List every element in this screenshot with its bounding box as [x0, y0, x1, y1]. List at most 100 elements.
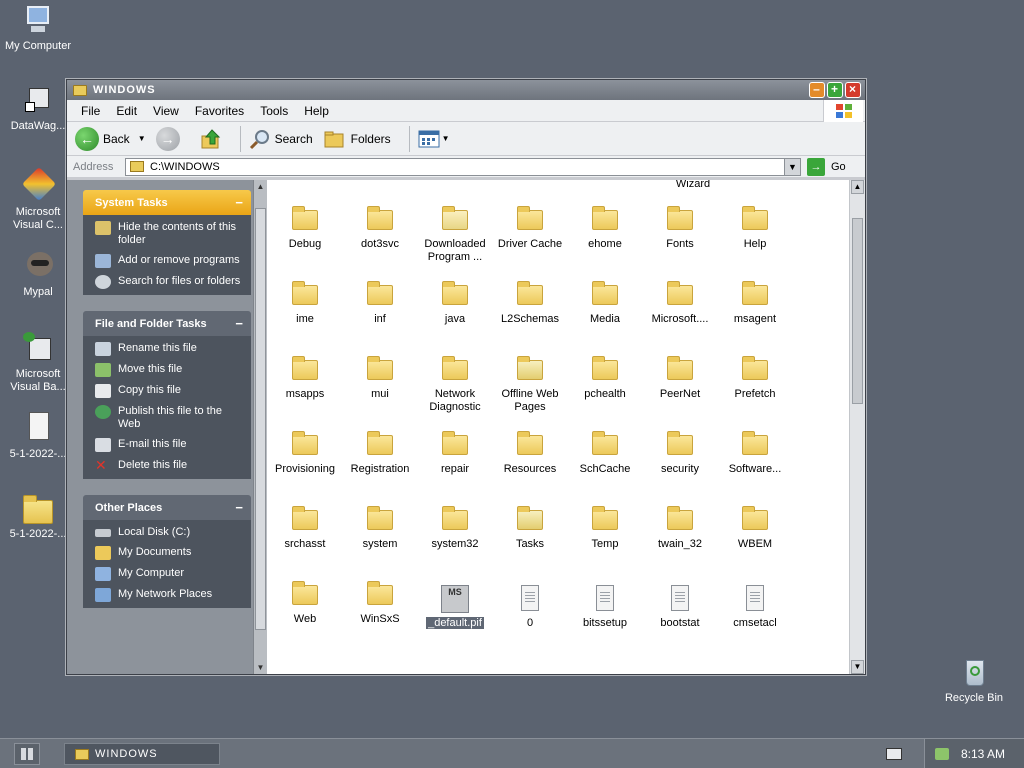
task-publish[interactable]: Publish this file to the Web [95, 405, 243, 431]
other-places-header[interactable]: Other Places − [83, 495, 251, 520]
file-item[interactable]: Fonts [642, 206, 718, 251]
scroll-up-icon[interactable]: ▲ [851, 180, 864, 194]
file-item[interactable]: Temp [567, 506, 643, 551]
folders-button[interactable]: Folders [323, 129, 391, 149]
scroll-thumb[interactable] [852, 218, 863, 404]
address-dropdown-icon[interactable]: ▼ [784, 158, 800, 175]
file-item[interactable]: Web [267, 581, 343, 626]
file-item[interactable]: SchCache [567, 431, 643, 476]
place-my-computer[interactable]: My Computer [95, 567, 243, 581]
file-item[interactable]: Registration [342, 431, 418, 476]
file-item[interactable]: security [642, 431, 718, 476]
maximize-button[interactable]: + [827, 82, 843, 98]
file-item[interactable]: bitssetup [567, 585, 643, 630]
task-hide-contents[interactable]: Hide the contents of this folder [95, 221, 243, 247]
place-my-network-places[interactable]: My Network Places [95, 588, 243, 602]
scroll-up-icon[interactable]: ▲ [254, 180, 267, 193]
collapse-icon[interactable]: − [235, 195, 243, 210]
menu-favorites[interactable]: Favorites [187, 104, 252, 118]
file-item[interactable]: msagent [717, 281, 793, 326]
go-button[interactable]: → Go [807, 157, 846, 176]
system-tasks-header[interactable]: System Tasks − [83, 190, 251, 215]
up-folder-button[interactable] [200, 128, 222, 150]
minimize-button[interactable]: – [809, 82, 825, 98]
scroll-thumb[interactable] [255, 208, 266, 630]
file-item[interactable]: srchasst [267, 506, 343, 551]
file-item[interactable]: Driver Cache [492, 206, 568, 251]
file-item[interactable]: Prefetch [717, 356, 793, 401]
desktop-icon-folder[interactable]: 5-1-2022-... [0, 494, 76, 541]
task-delete[interactable]: ✕ Delete this file [95, 458, 243, 473]
file-item[interactable]: Software... [717, 431, 793, 476]
file-item[interactable]: mui [342, 356, 418, 401]
task-pane-scrollbar[interactable]: ▲ ▼ [253, 180, 267, 674]
file-item[interactable]: cmsetacl [717, 585, 793, 630]
file-item[interactable]: Microsoft.... [642, 281, 718, 326]
file-item[interactable]: WBEM [717, 506, 793, 551]
scroll-down-icon[interactable]: ▼ [851, 660, 864, 674]
file-item[interactable]: system32 [417, 506, 493, 551]
file-item[interactable]: ehome [567, 206, 643, 251]
file-item[interactable]: msapps [267, 356, 343, 401]
file-item[interactable]: PeerNet [642, 356, 718, 401]
task-search-files[interactable]: Search for files or folders [95, 275, 243, 289]
back-dropdown-icon[interactable]: ▼ [138, 134, 146, 143]
file-item[interactable]: java [417, 281, 493, 326]
file-item[interactable]: Downloaded Program ... [417, 206, 493, 264]
file-item[interactable]: bootstat [642, 585, 718, 630]
task-rename[interactable]: Rename this file [95, 342, 243, 356]
close-button[interactable]: × [845, 82, 861, 98]
file-item[interactable]: ime [267, 281, 343, 326]
file-folder-tasks-header[interactable]: File and Folder Tasks − [83, 311, 251, 336]
file-item[interactable]: Debug [267, 206, 343, 251]
file-item[interactable]: system [342, 506, 418, 551]
search-button[interactable]: Search [249, 128, 313, 150]
address-input[interactable]: C:\WINDOWS ▼ [125, 157, 801, 176]
desktop-icon-visual-basic[interactable]: Microsoft Visual Ba... [0, 332, 76, 394]
keyboard-icon[interactable] [886, 748, 902, 760]
task-copy[interactable]: Copy this file [95, 384, 243, 398]
file-item[interactable]: Resources [492, 431, 568, 476]
title-bar[interactable]: WINDOWS – + × [67, 80, 865, 100]
file-item[interactable]: Tasks [492, 506, 568, 551]
menu-view[interactable]: View [145, 104, 187, 118]
views-button[interactable]: ▼ [418, 130, 450, 148]
place-my-documents[interactable]: My Documents [95, 546, 243, 560]
file-item[interactable]: WinSxS [342, 581, 418, 626]
back-button[interactable]: ← Back ▼ [75, 126, 146, 151]
desktop-icon-my-computer[interactable]: My Computer [0, 4, 76, 53]
partial-file-label[interactable]: Wizard [655, 180, 731, 191]
desktop-icon-recycle-bin[interactable]: Recycle Bin [936, 656, 1012, 705]
file-item[interactable]: pchealth [567, 356, 643, 401]
task-move[interactable]: Move this file [95, 363, 243, 377]
explorer-window[interactable]: WINDOWS – + × File Edit View Favorites T… [66, 79, 866, 675]
file-item[interactable]: dot3svc [342, 206, 418, 251]
file-item[interactable]: L2Schemas [492, 281, 568, 326]
clock[interactable]: 8:13 AM [961, 747, 1005, 761]
collapse-icon[interactable]: − [235, 316, 243, 331]
file-item[interactable]: 0 [492, 585, 568, 630]
file-item[interactable]: repair [417, 431, 493, 476]
network-tray-icon[interactable] [935, 748, 949, 760]
file-item[interactable]: Offline Web Pages [492, 356, 568, 414]
file-item[interactable]: inf [342, 281, 418, 326]
menu-tools[interactable]: Tools [252, 104, 296, 118]
file-item[interactable]: Network Diagnostic [417, 356, 493, 414]
file-item[interactable]: Media [567, 281, 643, 326]
menu-edit[interactable]: Edit [108, 104, 145, 118]
desktop-icon-visual-c[interactable]: Microsoft Visual C... [0, 167, 76, 232]
file-list-scrollbar[interactable]: ▲ ▼ [849, 180, 865, 674]
taskbar-item-windows[interactable]: WINDOWS [64, 743, 220, 765]
menu-file[interactable]: File [73, 104, 108, 118]
task-email[interactable]: E-mail this file [95, 438, 243, 452]
collapse-icon[interactable]: − [235, 500, 243, 515]
desktop-icon-document[interactable]: 5-1-2022-... [0, 412, 76, 461]
file-item[interactable]: twain_32 [642, 506, 718, 551]
desktop-icon-datawag[interactable]: ↗ DataWag... [0, 84, 76, 133]
desktop-icon-mypal[interactable]: Mypal [0, 250, 76, 299]
place-local-disk[interactable]: Local Disk (C:) [95, 526, 243, 539]
start-button[interactable] [14, 743, 40, 765]
scroll-down-icon[interactable]: ▼ [254, 661, 267, 674]
forward-button[interactable]: → [155, 126, 180, 151]
file-item[interactable]: Provisioning [267, 431, 343, 476]
